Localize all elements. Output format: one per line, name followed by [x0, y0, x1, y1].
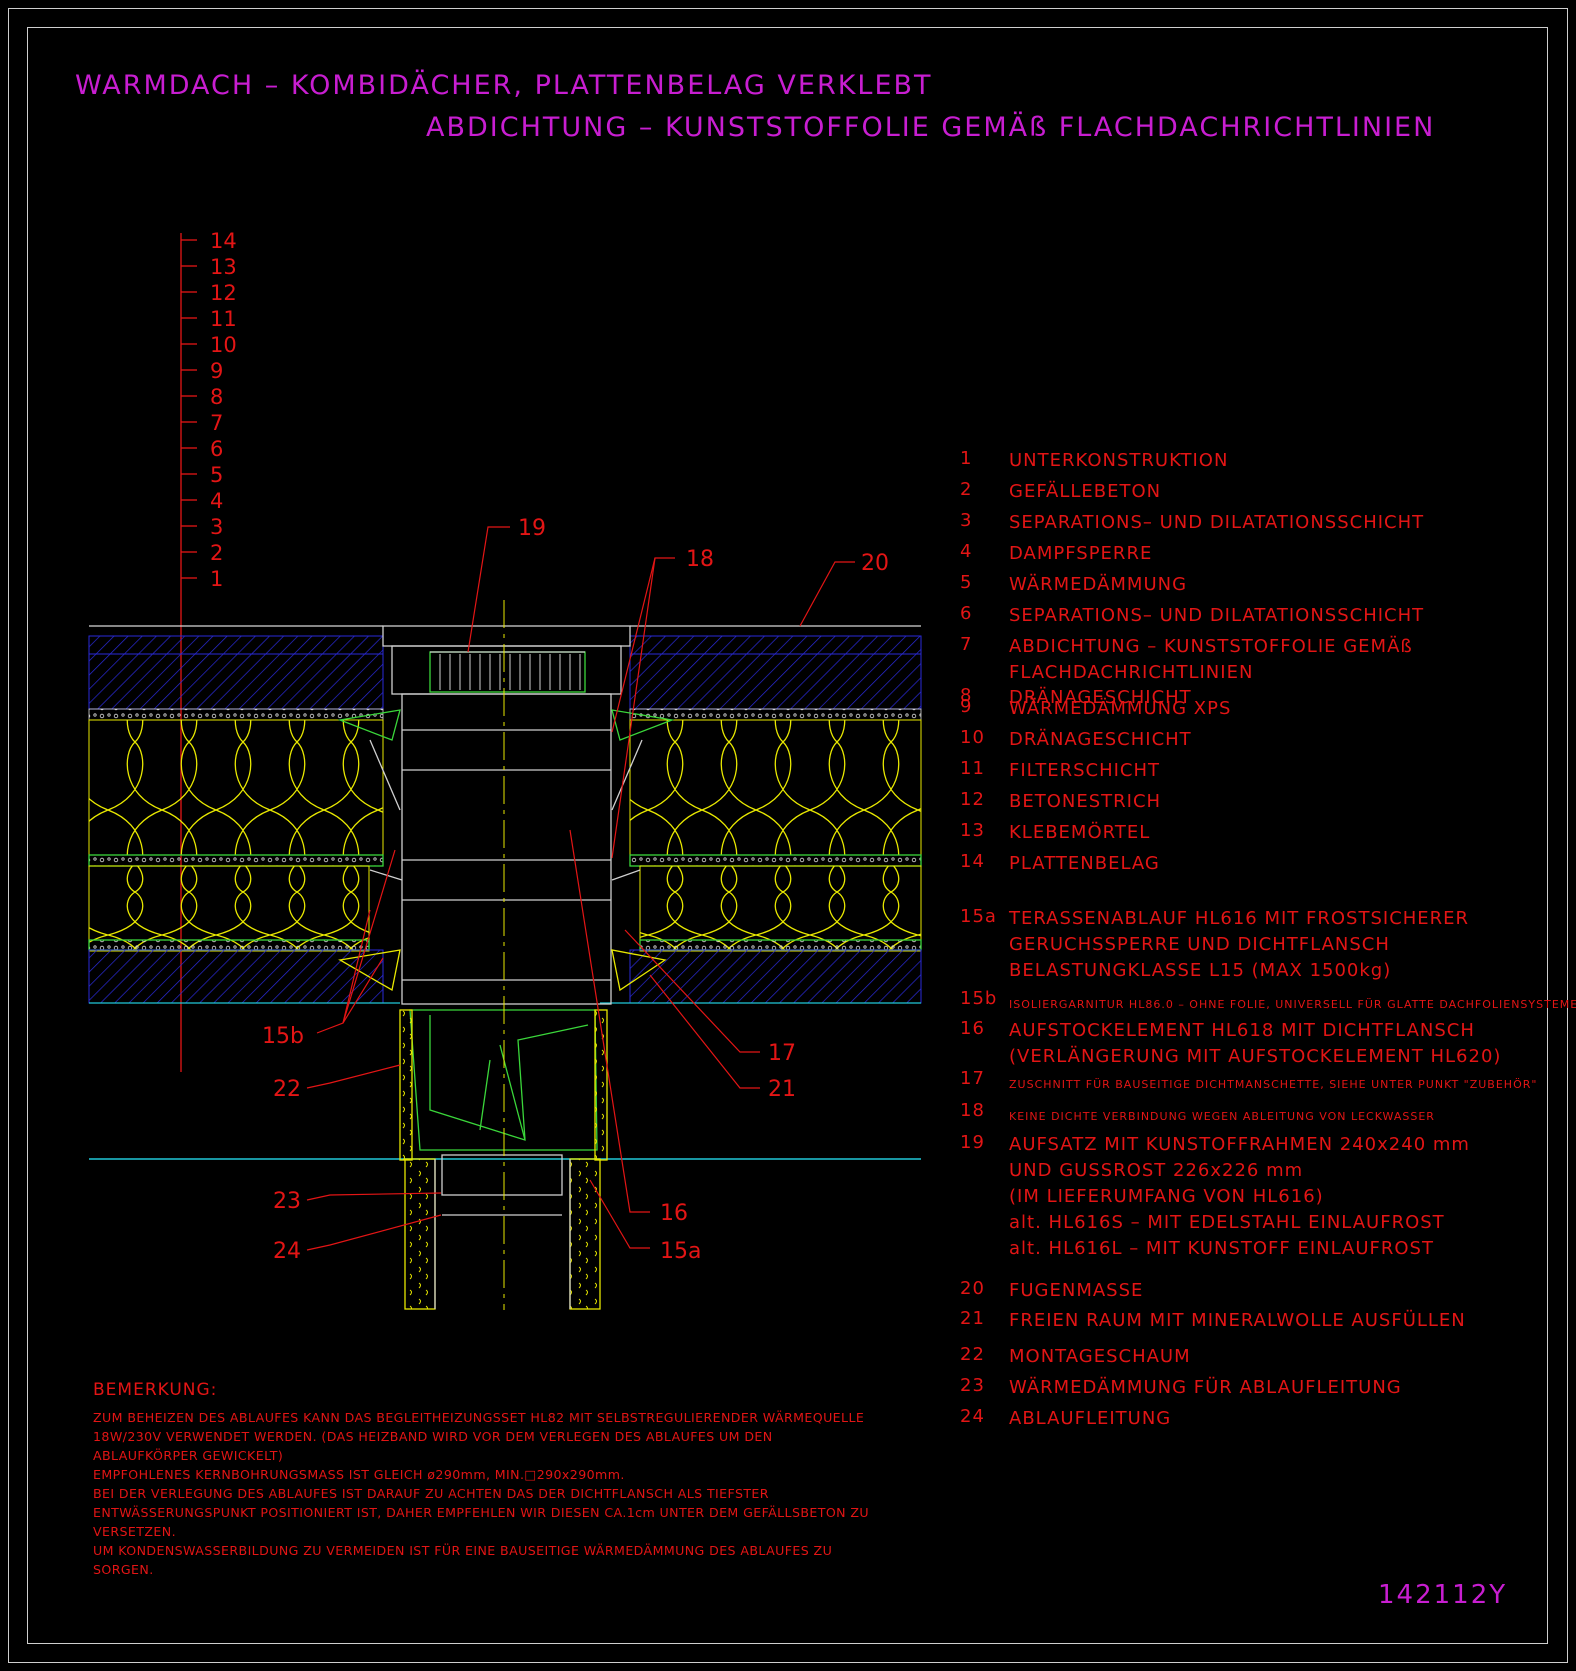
scale-label: 7 [210, 411, 223, 435]
legend-text: ABDICHTUNG – KUNSTSTOFFOLIE GEMÄß FLACHD… [1009, 636, 1413, 683]
scale-label: 14 [210, 229, 237, 253]
drawing-number: 142112Y [1378, 1580, 1508, 1610]
legend-number: 12 [960, 789, 985, 810]
callout-15a: 15a [660, 1239, 701, 1264]
scale-label: 6 [210, 437, 223, 461]
legend-number: 5 [960, 572, 973, 593]
legend-text: WÄRMEDÄMMUNG FÜR ABLAUFLEITUNG [1009, 1377, 1402, 1398]
legend-number: 18 [960, 1100, 985, 1121]
legend-text: FREIEN RAUM MIT MINERALWOLLE AUSFÜLLEN [1009, 1310, 1466, 1331]
scale-label: 3 [210, 515, 223, 539]
legend-number: 14 [960, 851, 985, 872]
scale-label: 13 [210, 255, 237, 279]
remark-title: BEMERKUNG: [93, 1380, 218, 1400]
legend-number: 7 [960, 634, 973, 655]
callout-16: 16 [660, 1201, 688, 1226]
legend-text: SEPARATIONS– UND DILATATIONSSCHICHT [1009, 605, 1425, 626]
callout-19: 19 [518, 516, 546, 541]
scale-label: 2 [210, 541, 223, 565]
legend-text: KLEBEMÖRTEL [1009, 822, 1151, 843]
legend-number: 9 [960, 696, 973, 717]
legend-text: FUGENMASSE [1009, 1280, 1144, 1301]
scale-label: 9 [210, 359, 223, 383]
legend-text: ZUSCHNITT FÜR BAUSEITIGE DICHTMANSCHETTE… [1009, 1078, 1538, 1091]
legend-number: 15a [960, 906, 997, 927]
legend-text: BETONESTRICH [1009, 791, 1162, 812]
callout-18: 18 [686, 547, 714, 572]
scale-label: 1 [210, 567, 223, 591]
legend-text: DRÄNAGESCHICHT [1009, 729, 1192, 750]
legend-text: KEINE DICHTE VERBINDUNG WEGEN ABLEITUNG … [1009, 1110, 1435, 1123]
scale-label: 4 [210, 489, 223, 513]
legend-number: 17 [960, 1068, 985, 1089]
legend-number: 4 [960, 541, 973, 562]
scale-label: 10 [210, 333, 237, 357]
legend-number: 24 [960, 1406, 985, 1427]
legend-number: 22 [960, 1344, 985, 1365]
legend-number: 23 [960, 1375, 985, 1396]
legend-number: 20 [960, 1278, 985, 1299]
scale-label: 5 [210, 463, 223, 487]
remark-block: BEMERKUNG: ZUM BEHEIZEN DES ABLAUFES KAN… [93, 1380, 933, 1579]
legend-text: FILTERSCHICHT [1009, 760, 1161, 781]
legend-number: 1 [960, 448, 973, 469]
legend-text: MONTAGESCHAUM [1009, 1346, 1191, 1367]
callout-22: 22 [273, 1077, 301, 1102]
callout-20: 20 [861, 551, 889, 576]
legend-text: UNTERKONSTRUKTION [1009, 450, 1229, 471]
drain-assembly [337, 625, 675, 1310]
legend-text: SEPARATIONS– UND DILATATIONSSCHICHT [1009, 512, 1425, 533]
legend-number: 15b [960, 988, 998, 1009]
legend-text: WÄRMEDÄMMUNG [1009, 574, 1188, 595]
legend-number: 2 [960, 479, 973, 500]
legend-text: GEFÄLLEBETON [1009, 481, 1162, 502]
legend-number: 13 [960, 820, 985, 841]
callout-17: 17 [768, 1041, 796, 1066]
scale-label: 8 [210, 385, 223, 409]
callout-15b: 15b [262, 1024, 304, 1049]
roof-buildup-right [600, 625, 922, 1004]
callout-23: 23 [273, 1189, 301, 1214]
legend-number: 21 [960, 1308, 985, 1329]
legend-text: TERASSENABLAUF HL616 MIT FROSTSICHERER G… [1009, 908, 1470, 981]
legend-text: ISOLIERGARNITUR HL86.0 – OHNE FOLIE, UNI… [1009, 998, 1576, 1011]
legend-text: DAMPFSPERRE [1009, 543, 1153, 564]
legend-number: 19 [960, 1132, 985, 1153]
legend-number: 6 [960, 603, 973, 624]
scale-label: 12 [210, 281, 237, 305]
legend-number: 10 [960, 727, 985, 748]
legend-text: ABLAUFLEITUNG [1009, 1408, 1172, 1429]
legend-number: 3 [960, 510, 973, 531]
remark-body: ZUM BEHEIZEN DES ABLAUFES KANN DAS BEGLE… [93, 1410, 870, 1577]
legend-number: 11 [960, 758, 985, 779]
callout-24: 24 [273, 1239, 301, 1264]
legend-text: AUFSTOCKELEMENT HL618 MIT DICHTFLANSCH (… [1009, 1020, 1502, 1067]
scale-label: 11 [210, 307, 237, 331]
legend-text: PLATTENBELAG [1009, 853, 1160, 874]
legend-text: AUFSATZ MIT KUNSTOFFRAHMEN 240x240 mm UN… [1009, 1134, 1470, 1259]
roof-buildup-left [88, 625, 400, 1004]
legend-number: 16 [960, 1018, 985, 1039]
legend-text: WÄRMEDÄMMUNG XPS [1009, 698, 1232, 719]
callout-21: 21 [768, 1077, 796, 1102]
